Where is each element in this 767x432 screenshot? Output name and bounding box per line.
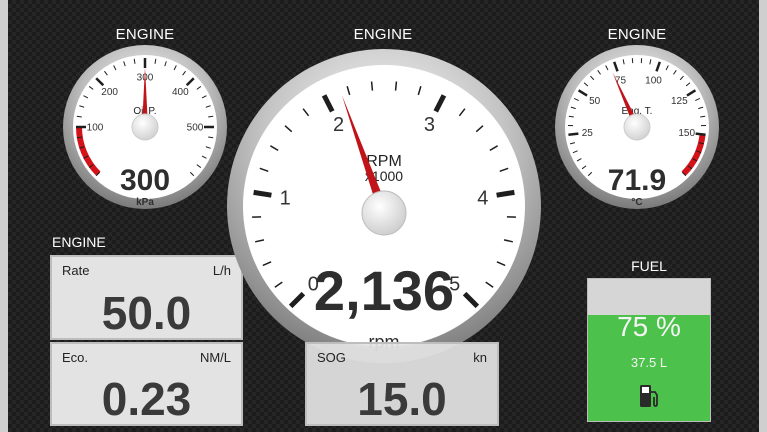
rpm-gauge: 012345 RPM x1000 2,136 rpm [227,49,541,363]
engine-temp-title: ENGINE [607,26,667,43]
fuel-title: FUEL [631,258,667,274]
sog-unit: kn [473,350,487,365]
engine-temp-tick-label: 100 [645,75,662,86]
rpm-major-tick [496,189,515,198]
economy-panel: Eco. NM/L 0.23 [50,342,243,426]
engine-temp-tick-label: 25 [582,128,594,139]
oil-pressure-hub [131,113,159,141]
rpm-major-tick [253,189,272,198]
fuel-pump-icon [640,385,658,407]
engine-temp-value: 71.9 [608,164,666,197]
engine-temp-tick-label: 125 [671,96,688,107]
oil-pressure-tick-label: 500 [187,123,204,134]
oil-pressure-gauge: 100200300400500 Oil P. 300 kPa [63,45,227,209]
engine-temp-unit: °C [631,197,642,208]
rpm-tick-label: 3 [424,114,435,136]
fuel-percent: 75 % [617,311,681,342]
rpm-title: ENGINE [353,26,413,43]
rpm-tick-label: 2 [333,114,344,136]
rpm-minor-tick [394,81,398,91]
engine-temp-gauge: 255075 100125150 Eng. T. 71.9 °C [555,45,719,209]
oil-pressure-tick-label: 400 [172,87,189,98]
oil-pressure-title: ENGINE [115,26,175,43]
sog-panel: SOG kn 15.0 [305,342,499,426]
engine-panel-label: ENGINE [52,234,106,250]
rate-panel: Rate L/h 50.0 [50,255,243,340]
oil-pressure-tick-label: 100 [87,123,104,134]
engine-temp-tick-label: 150 [678,128,695,139]
economy-label: Eco. [62,350,89,365]
sog-value: 15.0 [357,373,447,425]
rate-label: Rate [62,263,90,278]
engine-temp-major-tick [695,132,706,136]
economy-value: 0.23 [101,373,192,425]
engine-temp-tick-label: 50 [589,96,601,107]
oil-pressure-unit: kPa [136,197,154,208]
rpm-value: 2,136 [314,259,454,322]
sog-label: SOG [317,350,346,365]
rpm-tick-label: 4 [477,187,488,209]
oil-pressure-value: 300 [120,164,170,197]
fuel-tank-panel: 75 % 37.5 L [587,278,711,422]
engine-temp-major-tick [568,132,579,136]
engine-temp-hub [623,113,651,141]
rate-value: 50.0 [101,287,192,339]
rpm-minor-tick [370,81,374,91]
rpm-tick-label: 1 [280,187,291,209]
oil-pressure-tick-label: 200 [101,87,118,98]
fuel-liters: 37.5 L [630,355,668,370]
rpm-hub [361,190,407,236]
